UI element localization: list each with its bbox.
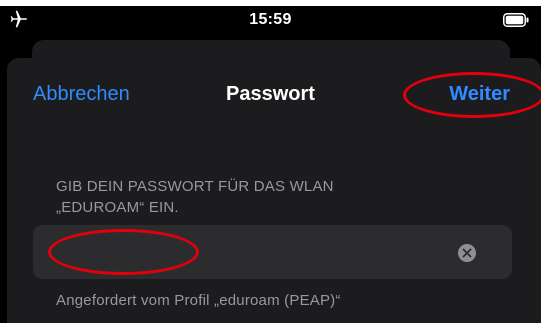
battery-icon	[503, 13, 529, 27]
status-bar: 15:59	[0, 6, 541, 36]
profile-note: Angefordert vom Profil „eduroam (PEAP)“	[56, 292, 341, 309]
status-time: 15:59	[249, 11, 292, 28]
password-prompt-line-1: GIB DEIN PASSWORT FÜR DAS WLAN	[56, 178, 334, 195]
password-prompt-line-2: „EDUROAM“ EIN.	[56, 199, 179, 216]
password-input[interactable]	[55, 237, 439, 269]
password-field[interactable]	[33, 225, 512, 279]
navigation-bar: Abbrechen Passwort Weiter	[0, 80, 541, 114]
screen: 15:59 Abbrechen Passwort Weiter GIB DEIN…	[0, 0, 541, 323]
clear-icon[interactable]	[458, 244, 476, 262]
password-prompt: GIB DEIN PASSWORT FÜR DAS WLAN „EDUROAM“…	[56, 176, 476, 218]
next-button[interactable]: Weiter	[449, 83, 510, 106]
